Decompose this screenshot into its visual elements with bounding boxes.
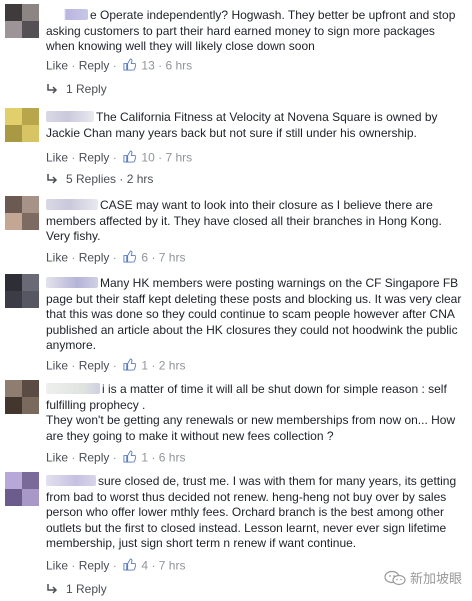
reply-arrow-icon: [47, 174, 58, 184]
thumbs-up-icon: [123, 358, 137, 371]
thumbs-up-icon: [123, 250, 137, 263]
avatar[interactable]: [5, 4, 39, 38]
thumbs-up-icon: [123, 558, 137, 571]
watermark: 新加坡眼: [384, 568, 462, 587]
timestamp[interactable]: 7 hrs: [159, 558, 186, 572]
replies-link[interactable]: 1 Reply: [46, 582, 107, 596]
comment-text: i is a matter of time it will all be shu…: [46, 382, 456, 443]
timestamp[interactable]: 6 hrs: [159, 450, 186, 464]
reply-link[interactable]: Reply: [79, 558, 110, 572]
like-count: 6: [141, 250, 149, 265]
like-count: 1: [141, 358, 149, 373]
commenter-name[interactable]: [46, 475, 96, 486]
comment-actions: Like · Reply · 13 · 6 hrs: [46, 58, 193, 73]
comment-actions: Like · Reply · 10 · 7 hrs: [46, 150, 193, 165]
comment-text: The California Fitness at Velocity at No…: [46, 110, 438, 140]
comment-text: sure closed de, trust me. I was with the…: [46, 474, 457, 550]
reply-link[interactable]: Reply: [79, 250, 110, 264]
commenter-name[interactable]: [46, 199, 98, 210]
commenter-name[interactable]: [46, 383, 100, 394]
like-count: 10: [141, 150, 155, 165]
comment-text: e Operate independently? Hogwash. They b…: [46, 8, 456, 53]
timestamp[interactable]: 6 hrs: [165, 58, 192, 72]
reply-link[interactable]: Reply: [79, 58, 110, 72]
commenter-name[interactable]: [46, 9, 88, 20]
timestamp[interactable]: 2 hrs: [159, 358, 186, 372]
avatar[interactable]: [5, 196, 39, 230]
replies-link[interactable]: 1 Reply: [46, 82, 107, 96]
wechat-icon: [384, 570, 406, 586]
like-link[interactable]: Like: [46, 150, 68, 164]
reply-link[interactable]: Reply: [79, 450, 110, 464]
avatar[interactable]: [5, 472, 39, 506]
reply-link[interactable]: Reply: [79, 150, 110, 164]
timestamp[interactable]: 7 hrs: [165, 150, 192, 164]
like-link[interactable]: Like: [46, 358, 68, 372]
reply-arrow-icon: [47, 584, 58, 594]
commenter-name[interactable]: [46, 277, 98, 288]
comment-actions: Like · Reply · 4 · 7 hrs: [46, 558, 186, 573]
avatar[interactable]: [5, 274, 39, 308]
avatar[interactable]: [5, 380, 39, 414]
thumbs-up-icon: [123, 450, 137, 463]
comment-text: Many HK members were posting warnings on…: [46, 276, 462, 352]
comment-actions: Like · Reply · 1 · 6 hrs: [46, 450, 186, 465]
comment-actions: Like · Reply · 6 · 7 hrs: [46, 250, 186, 265]
reply-arrow-icon: [47, 84, 58, 94]
reply-link[interactable]: Reply: [79, 358, 110, 372]
avatar[interactable]: [5, 108, 39, 142]
like-link[interactable]: Like: [46, 558, 68, 572]
like-link[interactable]: Like: [46, 58, 68, 72]
watermark-text: 新加坡眼: [409, 571, 462, 586]
like-link[interactable]: Like: [46, 250, 68, 264]
commenter-name[interactable]: [46, 111, 94, 122]
comment-text: CASE may want to look into their closure…: [46, 198, 442, 243]
comment-actions: Like · Reply · 1 · 2 hrs: [46, 358, 186, 373]
like-count: 13: [141, 58, 155, 73]
replies-link[interactable]: 5 Replies · 2 hrs: [46, 172, 153, 186]
like-count: 4: [141, 558, 149, 573]
like-count: 1: [141, 450, 149, 465]
thumbs-up-icon: [123, 58, 137, 71]
timestamp[interactable]: 7 hrs: [159, 250, 186, 264]
thumbs-up-icon: [123, 150, 137, 163]
like-link[interactable]: Like: [46, 450, 68, 464]
